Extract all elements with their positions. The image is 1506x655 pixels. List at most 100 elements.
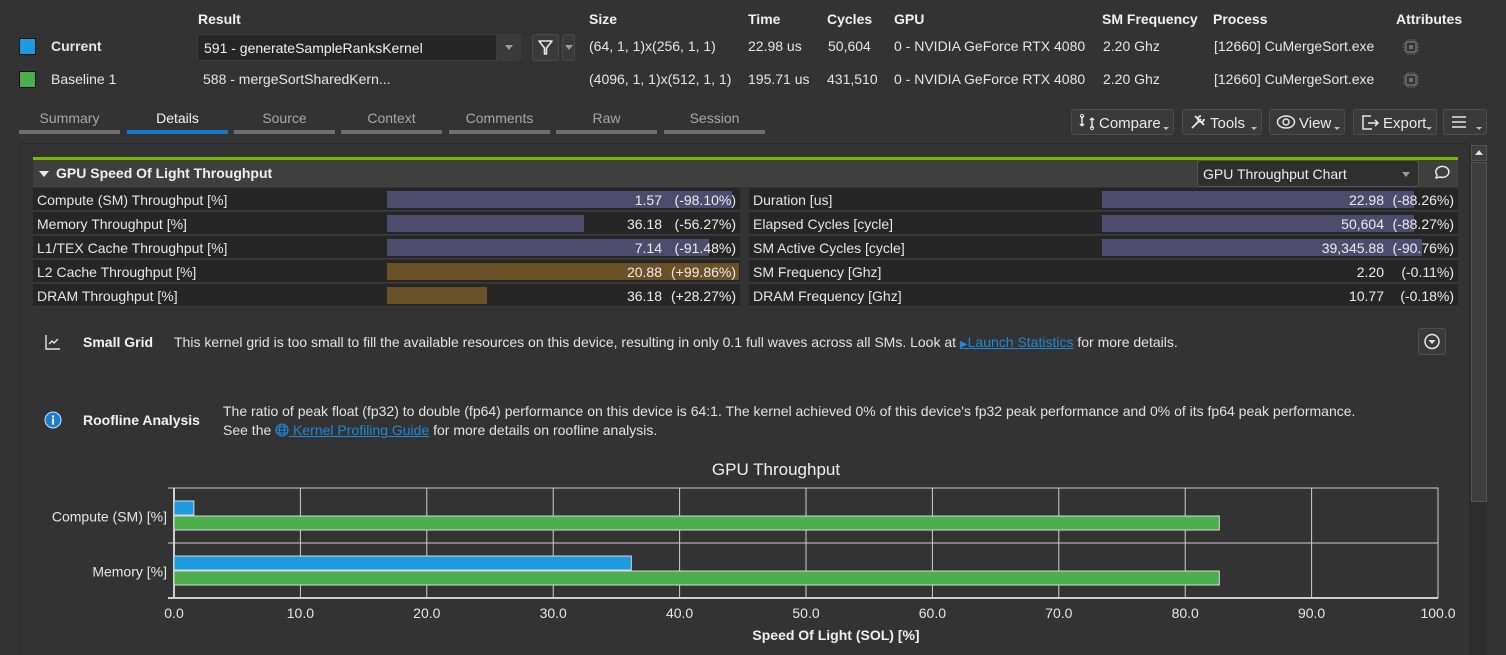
current-label: Current [51,38,102,54]
current-color-swatch [19,38,36,55]
baseline-process: [12660] CuMergeSort.exe [1214,71,1375,87]
metric-value: 1.57 [634,192,662,208]
current-size: (64, 1, 1)x(256, 1, 1) [589,38,716,54]
metric-diff: (-56.27%) [674,216,736,232]
metric-value: 50,604 [1341,216,1384,232]
view-button[interactable]: View [1269,109,1345,135]
chart-selector-value: GPU Throughput Chart [1203,166,1347,182]
col-header-time: Time [748,11,781,27]
baseline-result: 588 - mergeSortSharedKern... [203,71,391,87]
metric-value: 39,345.88 [1321,240,1384,256]
metric-label: Elapsed Cycles [cycle] [753,216,894,232]
menu-button[interactable] [1443,109,1487,135]
current-result-select[interactable]: 591 - generateSampleRanksKernel [197,34,521,61]
tab-summary[interactable]: Summary [19,108,120,134]
filter-icon [538,40,553,55]
kernel-profiling-guide-link[interactable]: Kernel Profiling Guide [275,422,429,438]
x-tick-label: 90.0 [1298,605,1325,621]
tab-details[interactable]: Details [127,108,228,134]
export-button[interactable]: Export [1353,109,1437,135]
metric-label: Compute (SM) Throughput [%] [37,192,228,208]
chip-icon[interactable] [1402,71,1420,89]
col-header-attributes: Attributes [1396,11,1463,27]
compare-icon [1079,113,1095,131]
chart-selector[interactable]: GPU Throughput Chart [1197,160,1419,187]
tools-label: Tools [1210,115,1246,132]
expand-rule-button[interactable] [1418,328,1446,355]
baseline-cycles: 431,510 [827,71,878,87]
metric-value: 36.18 [626,216,662,232]
scroll-up-button[interactable] [1471,145,1487,161]
small-grid-message: This kernel grid is too small to fill th… [174,334,1178,350]
baseline-sm-frequency: 2.20 Ghz [1103,71,1160,87]
small-grid-text-after: for more details. [1073,334,1178,350]
current-gpu: 0 - NVIDIA GeForce RTX 4080 [894,38,1086,54]
x-tick-label: 70.0 [1045,605,1072,621]
tab-source[interactable]: Source [234,108,335,134]
current-cycles: 50,604 [828,38,871,54]
y-category-label: Memory [%] [92,564,167,580]
col-header-gpu: GPU [894,11,925,27]
comment-icon[interactable] [1432,163,1452,183]
view-label: View [1299,115,1332,132]
small-grid-text: This kernel grid is too small to fill th… [174,334,960,350]
x-axis-label: Speed Of Light (SOL) [%] [752,627,919,643]
metric-label: SM Active Cycles [cycle] [753,240,905,256]
metric-label: Duration [us] [753,192,833,208]
x-tick-label: 20.0 [413,605,440,621]
metric-diff: (-91.48%) [674,240,736,256]
collapse-caret-icon[interactable] [39,171,49,177]
current-process: [12660] CuMergeSort.exe [1214,38,1375,54]
col-header-size: Size [589,11,618,27]
x-tick-label: 0.0 [164,605,184,621]
baseline-size: (4096, 1, 1)x(512, 1, 1) [589,71,732,87]
scroll-thumb[interactable] [1471,162,1487,502]
x-tick-label: 80.0 [1172,605,1199,621]
roofline-line1: The ratio of peak float (fp32) to double… [223,403,1356,419]
metric-value: 10.77 [1348,288,1384,304]
gpu-throughput-chart: GPU Throughput 0.0 10.0 20.0 30.0 40.0 50.0 60.… [52,460,1456,643]
metric-diff: (-90.76%) [1392,240,1454,256]
chip-icon[interactable] [1402,38,1420,56]
baseline-time: 195.71 us [748,71,810,87]
tab-context[interactable]: Context [341,108,442,134]
y-category-label: Compute (SM) [%] [52,509,167,525]
info-icon [44,411,62,429]
filter-button[interactable] [532,34,559,61]
compare-button[interactable]: Compare [1071,109,1174,135]
export-label: Export [1383,115,1427,132]
tools-button[interactable]: Tools [1182,109,1262,135]
metric-bar [387,287,487,304]
x-tick-label: 100.0 [1420,605,1455,621]
current-time: 22.98 us [748,38,802,54]
x-tick-label: 30.0 [540,605,567,621]
bar-current [173,500,195,516]
kernel-profiling-guide-link-text: Kernel Profiling Guide [293,422,430,438]
tab-session[interactable]: Session [664,108,765,134]
metric-row: SM Active Cycles [cycle] 39,345.88 (-90.76… [749,236,1458,259]
filter-dropdown-button[interactable] [562,34,575,61]
metric-diff: (-0.18%) [1400,288,1454,304]
chevron-down-icon [505,45,513,50]
roofline-line2: See the Kernel Profiling Guide for more … [223,422,657,438]
tab-raw[interactable]: Raw [556,108,657,134]
metric-row: L2 Cache Throughput [%] 20.88 (+99.86%) [33,260,740,283]
export-icon [1362,115,1380,130]
result-dropdown-button[interactable] [496,35,520,60]
roofline-text-after: for more details on roofline analysis. [429,422,658,438]
metric-diff: (-88.26%) [1392,192,1454,208]
metric-row: Elapsed Cycles [cycle] 50,604 (-88.27%) [749,212,1458,235]
metric-value: 22.98 [1348,192,1384,208]
play-icon: ▶ [959,339,968,350]
tab-comments[interactable]: Comments [449,108,550,134]
metric-diff: (+28.27%) [671,288,736,304]
tools-icon [1191,115,1205,129]
eye-icon [1276,115,1296,129]
col-header-cycles: Cycles [827,11,873,27]
metric-diff: (-98.10%) [674,192,736,208]
vertical-scrollbar[interactable] [1469,145,1487,655]
launch-statistics-link[interactable]: ▶Launch Statistics [960,334,1074,350]
metric-label: DRAM Frequency [Ghz] [753,288,902,304]
metric-row: SM Frequency [Ghz] 2.20 (-0.11%) [749,260,1458,283]
current-result-value: 591 - generateSampleRanksKernel [204,40,423,56]
